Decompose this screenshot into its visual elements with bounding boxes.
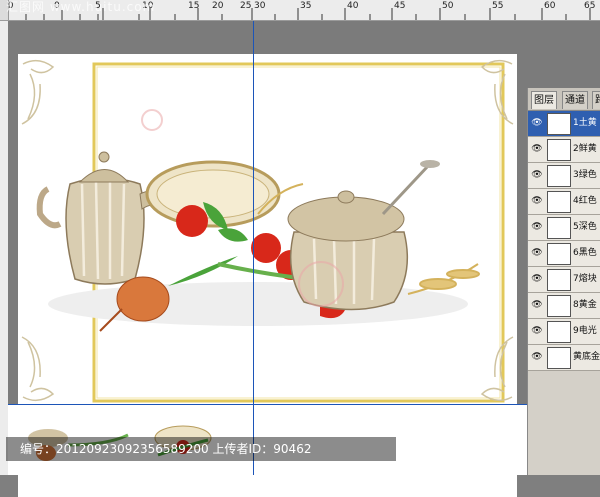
layer-row[interactable]: 👁 1土黄 — [528, 111, 600, 137]
layer-thumbnail — [547, 295, 571, 317]
eye-icon[interactable]: 👁 — [530, 193, 544, 209]
layer-name: 黄底金 — [573, 352, 600, 362]
panel-gutter — [527, 21, 600, 88]
layer-row[interactable]: 👁 9电光 — [528, 319, 600, 345]
layer-name: 4红色 — [573, 196, 597, 206]
teapot-illustration — [36, 151, 171, 285]
layer-row[interactable]: 👁 黄底金 — [528, 345, 600, 371]
ruler-label: 25 — [240, 1, 252, 11]
layer-name: 9电光 — [573, 326, 597, 336]
eye-icon[interactable]: 👁 — [530, 245, 544, 261]
eye-icon[interactable]: 👁 — [530, 323, 544, 339]
layer-name: 6黑色 — [573, 248, 597, 258]
layer-row[interactable]: 👁 3绿色 — [528, 163, 600, 189]
layer-row[interactable]: 👁 8黄金 — [528, 293, 600, 319]
layer-thumbnail — [547, 113, 571, 135]
layer-thumbnail — [547, 321, 571, 343]
eye-icon[interactable]: 👁 — [530, 219, 544, 235]
layer-name: 7熔块 — [573, 274, 597, 284]
ruler-label: 15 — [188, 1, 200, 11]
ruler-label: 60 — [544, 1, 556, 11]
layer-list: 👁 1土黄 👁 2鲜黄 👁 3绿色 👁 4红色 👁 5深色 👁 6黑色 👁 7熔… — [528, 111, 600, 371]
ruler-label: 50 — [442, 1, 454, 11]
ruler-label: 20 — [212, 1, 224, 11]
panel-tabs: 图层 通道 路 — [528, 88, 600, 111]
layer-name: 2鲜黄 — [573, 144, 597, 154]
ruler-label: 40 — [347, 1, 359, 11]
ruler-label: 65 — [584, 1, 596, 11]
ruler-label: 55 — [492, 1, 504, 11]
tab-layers[interactable]: 图层 — [531, 91, 557, 109]
layer-thumbnail — [547, 191, 571, 213]
eye-icon[interactable]: 👁 — [530, 141, 544, 157]
layer-name: 8黄金 — [573, 300, 597, 310]
site-watermark: 汇图网 www.huitu.com — [6, 0, 156, 14]
layers-panel[interactable]: 图层 通道 路 👁 1土黄 👁 2鲜黄 👁 3绿色 👁 4红色 👁 5深色 — [527, 88, 600, 475]
layer-name: 3绿色 — [573, 170, 597, 180]
eye-icon[interactable]: 👁 — [530, 349, 544, 365]
horizontal-guide[interactable] — [8, 404, 527, 405]
ruler-label: 30 — [254, 1, 266, 11]
tab-paths[interactable]: 路 — [592, 91, 600, 109]
layer-row[interactable]: 👁 6黑色 — [528, 241, 600, 267]
eye-icon[interactable]: 👁 — [530, 297, 544, 313]
layer-thumbnail — [547, 217, 571, 239]
ruler-label: 35 — [300, 1, 312, 11]
eye-icon[interactable]: 👁 — [530, 167, 544, 183]
layer-thumbnail — [547, 347, 571, 369]
layer-name: 5深色 — [573, 222, 597, 232]
layer-name: 1土黄 — [573, 118, 597, 128]
layer-thumbnail — [547, 139, 571, 161]
tab-channels[interactable]: 通道 — [562, 91, 588, 109]
document-workspace[interactable] — [8, 21, 527, 497]
cooking-pot-illustration — [287, 160, 440, 311]
eye-icon[interactable]: 👁 — [530, 271, 544, 287]
layer-row[interactable]: 👁 2鲜黄 — [528, 137, 600, 163]
layer-row[interactable]: 👁 7熔块 — [528, 267, 600, 293]
layer-thumbnail — [547, 243, 571, 265]
layer-thumbnail — [547, 165, 571, 187]
layer-thumbnail — [547, 269, 571, 291]
eye-icon[interactable]: 👁 — [530, 115, 544, 131]
vertical-guide[interactable] — [253, 21, 254, 475]
layer-row[interactable]: 👁 4红色 — [528, 189, 600, 215]
ruler-label: 45 — [394, 1, 406, 11]
image-id-text: 编号：20120923092356589200 上传者ID：90462 — [20, 442, 312, 456]
layer-row[interactable]: 👁 5深色 — [528, 215, 600, 241]
